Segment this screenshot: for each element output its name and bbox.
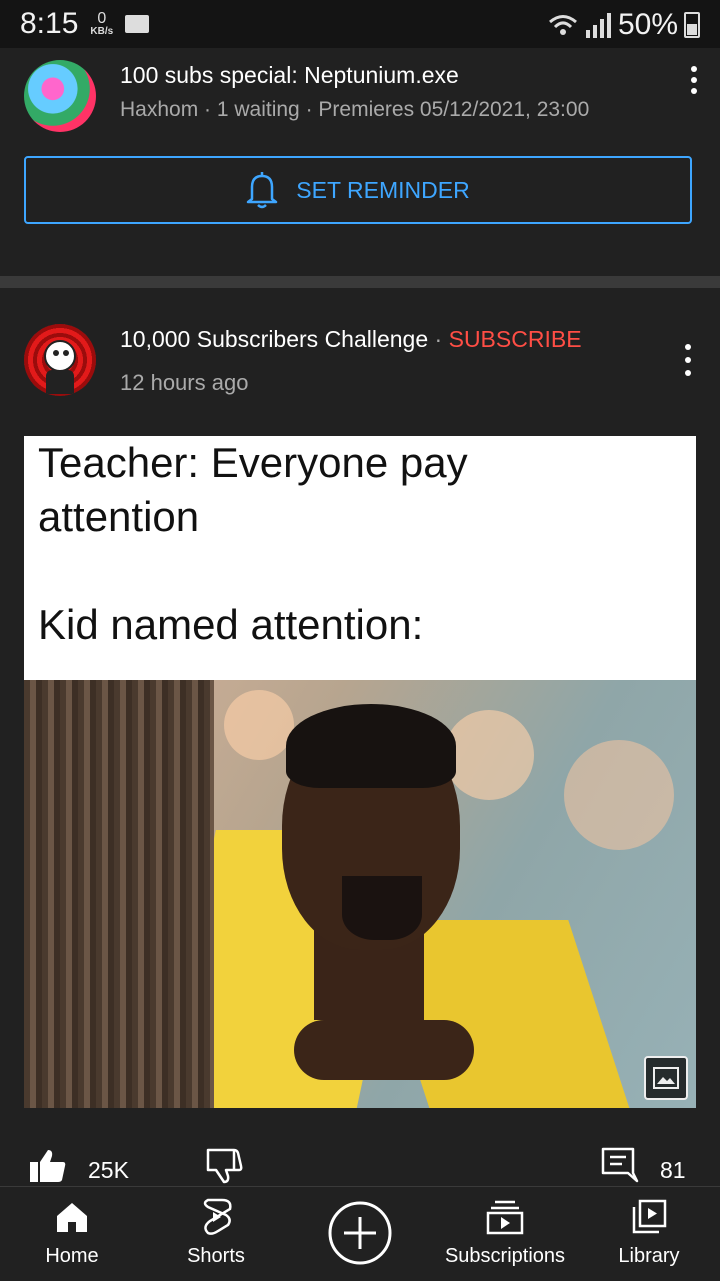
create-button[interactable]: [328, 1201, 392, 1265]
post-header: 10,000 Subscribers Challenge · SUBSCRIBE: [120, 326, 582, 353]
set-reminder-button[interactable]: SET REMINDER: [24, 156, 692, 224]
like-icon[interactable]: [28, 1148, 68, 1184]
bottom-nav: Home Shorts Subscriptions Library: [0, 1186, 720, 1281]
battery-icon: [684, 12, 700, 38]
separator: ·: [434, 326, 443, 352]
nav-subscriptions-label: Subscriptions: [444, 1245, 566, 1267]
library-icon: [629, 1197, 669, 1237]
post-time: 12 hours ago: [120, 370, 249, 395]
nav-library[interactable]: Library: [612, 1187, 686, 1281]
status-time: 8:15: [20, 7, 79, 40]
wifi-icon: [548, 15, 577, 35]
channel-avatar[interactable]: [24, 60, 96, 132]
battery-percent: 50%: [617, 8, 678, 41]
network-speed-value: 0: [97, 10, 107, 27]
status-bar: 8:15 0 KB/s 50%: [0, 0, 720, 48]
section-divider: [0, 276, 720, 288]
nav-home-label: Home: [45, 1245, 99, 1267]
subscriptions-icon: [485, 1197, 525, 1237]
status-right: 50%: [548, 8, 700, 42]
set-reminder-label: SET REMINDER: [296, 176, 470, 203]
meme-caption-area: Teacher: Everyone pay attention Kid name…: [24, 436, 696, 680]
shorts-icon: [196, 1197, 236, 1237]
image-icon[interactable]: [644, 1056, 688, 1100]
post-image[interactable]: Teacher: Everyone pay attention Kid name…: [24, 436, 696, 1108]
folder-icon: [125, 15, 150, 33]
nav-subscriptions[interactable]: Subscriptions: [440, 1187, 570, 1281]
comment-count: 81: [660, 1157, 686, 1183]
comment-icon[interactable]: [600, 1146, 640, 1184]
home-icon: [52, 1197, 92, 1237]
dislike-icon[interactable]: [204, 1148, 244, 1184]
network-speed-unit: KB/s: [90, 26, 114, 37]
more-options-icon[interactable]: [682, 344, 694, 376]
nav-library-label: Library: [618, 1245, 680, 1267]
meme-line-2: attention: [38, 493, 200, 540]
subscribe-button[interactable]: SUBSCRIBE: [449, 326, 582, 352]
meme-line-1: Teacher: Everyone pay: [38, 439, 468, 486]
video-title[interactable]: 100 subs special: Neptunium.exe: [120, 62, 459, 89]
more-options-icon[interactable]: [688, 66, 700, 94]
network-speed: 0 KB/s: [90, 11, 113, 37]
meme-photo: [24, 680, 696, 1108]
nav-home[interactable]: Home: [42, 1187, 102, 1281]
add-icon: [328, 1201, 392, 1265]
video-meta: Haxhom · 1 waiting · Premieres 05/12/202…: [120, 98, 590, 121]
channel-avatar[interactable]: [24, 324, 96, 396]
channel-name[interactable]: 10,000 Subscribers Challenge: [120, 326, 428, 352]
nav-shorts[interactable]: Shorts: [180, 1187, 252, 1281]
nav-shorts-label: Shorts: [187, 1245, 245, 1267]
like-count: 25K: [88, 1157, 129, 1183]
bell-icon: [247, 172, 278, 209]
signal-icon: [585, 13, 611, 38]
meme-line-3: Kid named attention:: [38, 601, 424, 648]
